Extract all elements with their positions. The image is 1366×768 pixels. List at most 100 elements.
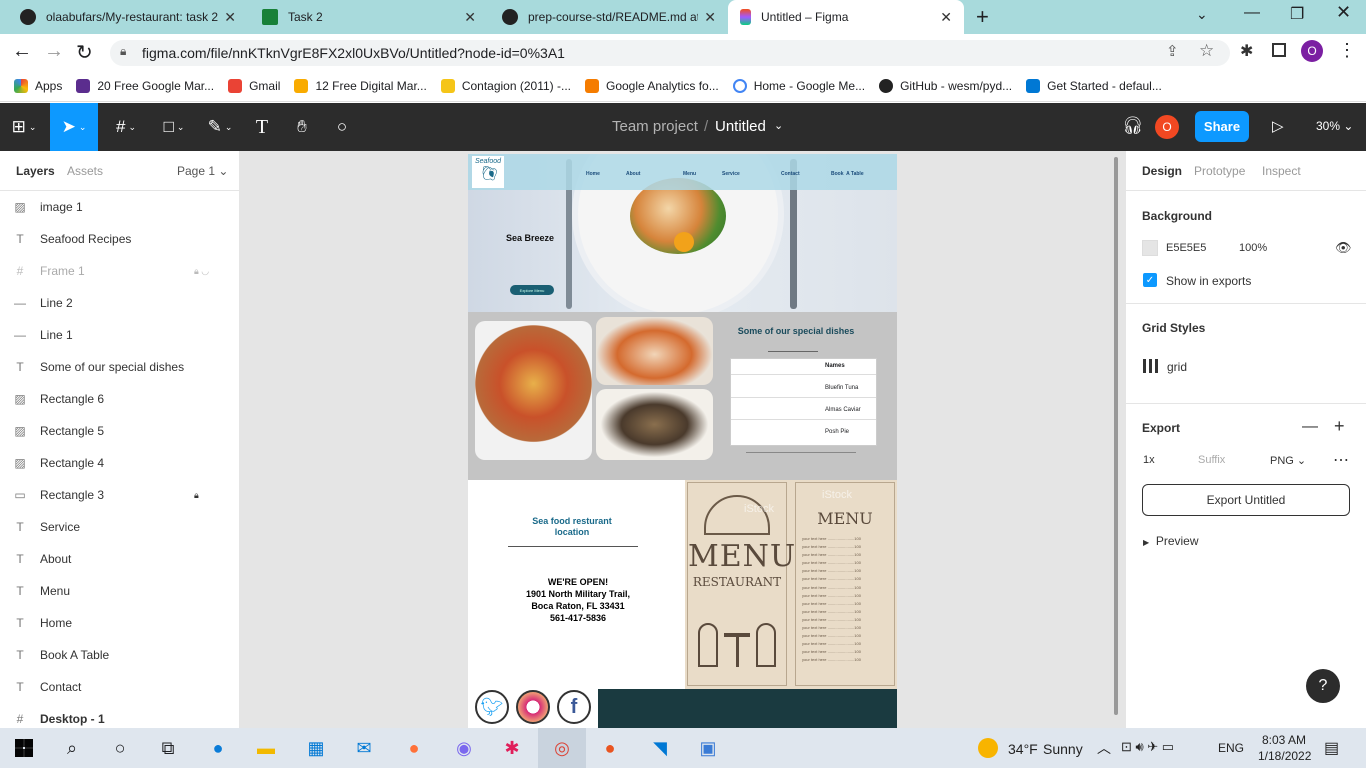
browser-tab-figma[interactable]: Untitled – Figma ✕ <box>728 0 964 34</box>
layer-row[interactable]: T About <box>0 543 239 575</box>
lock-icon[interactable]: 🔒︎ <box>194 490 199 501</box>
search-icon[interactable]: ⌕ <box>48 728 96 768</box>
layer-row[interactable]: ▨ image 1 <box>0 191 239 223</box>
tab-prototype[interactable]: Prototype <box>1194 164 1245 178</box>
close-icon[interactable]: ✕ <box>940 9 952 26</box>
maximize-icon[interactable]: ❐ <box>1290 4 1304 24</box>
photos-icon[interactable]: ▣ <box>684 728 732 768</box>
desktop-frame[interactable]: Seafood 🐚︎ Home About Menu Service Contac… <box>468 154 897 728</box>
layer-row[interactable]: T Some of our special dishes <box>0 351 239 383</box>
close-icon[interactable]: ✕ <box>224 9 236 26</box>
browser-tab-github[interactable]: olaabufars/My-restaurant: task 2 ✕ <box>8 0 248 34</box>
chevron-down-icon[interactable]: ⌄ <box>774 119 783 132</box>
bookmark-imdb[interactable]: Contagion (2011) -... <box>440 78 571 93</box>
canvas[interactable]: Seafood 🐚︎ Home About Menu Service Contac… <box>240 151 1125 728</box>
eye-icon[interactable]: 👁︎ <box>1335 240 1352 256</box>
export-format-select[interactable]: PNG ⌄ <box>1270 454 1306 467</box>
firefox-icon[interactable]: ● <box>390 728 438 768</box>
vscode-taskbar-icon[interactable]: ◥ <box>636 728 684 768</box>
plus-icon[interactable]: + <box>1334 416 1345 437</box>
profile-avatar[interactable]: O <box>1301 40 1323 62</box>
notifications-icon[interactable]: ▤ <box>1324 738 1339 758</box>
bookmark-analytics[interactable]: Google Analytics fo... <box>584 78 719 93</box>
tab-design[interactable]: Design <box>1142 164 1182 178</box>
grid-style-name[interactable]: grid <box>1167 360 1187 374</box>
preview-toggle[interactable]: ▶ Preview <box>1143 534 1199 548</box>
checkbox-checked-icon[interactable]: ✓ <box>1143 273 1157 287</box>
layer-row[interactable]: T Menu <box>0 575 239 607</box>
move-tool-icon[interactable]: ➤ ⌄ <box>50 103 98 151</box>
audio-headphones-icon[interactable]: 🎧︎ <box>1122 116 1144 136</box>
export-suffix-input[interactable]: Suffix <box>1198 454 1225 466</box>
layer-row[interactable]: T Contact <box>0 671 239 703</box>
share-page-icon[interactable]: ⇪ <box>1166 42 1179 60</box>
file-explorer-icon[interactable]: ▬ <box>242 728 290 768</box>
nav-book-table[interactable]: Book A Table <box>831 171 864 177</box>
frame-tool-icon[interactable]: # ⌄ <box>108 103 144 151</box>
tab-layers[interactable]: Layers <box>16 164 55 178</box>
bookmark-apps[interactable]: Apps <box>14 78 62 93</box>
chrome-icon[interactable]: ◎ <box>538 728 586 768</box>
forward-icon[interactable]: → <box>44 40 64 63</box>
layer-row[interactable]: — Line 1 <box>0 319 239 351</box>
layer-row[interactable]: ▭ Rectangle 3 🔒︎ <box>0 479 239 511</box>
back-icon[interactable]: ← <box>12 40 32 63</box>
windows-start-icon[interactable] <box>0 728 48 768</box>
background-opacity[interactable]: 100% <box>1239 242 1267 254</box>
text-tool-icon[interactable]: T <box>244 103 280 151</box>
slack-icon[interactable]: ✱ <box>488 728 536 768</box>
bookmark-vscode[interactable]: Get Started - defaul... <box>1026 78 1162 93</box>
instagram-icon[interactable] <box>516 690 550 724</box>
bookmark-gmail[interactable]: Gmail <box>228 78 280 93</box>
zoom-dropdown[interactable]: 30% ⌄ <box>1316 119 1353 133</box>
tray-icons[interactable]: ⊡ 🔊︎ ✈︎ ▭ <box>1121 739 1174 755</box>
weather-text[interactable]: Sunny <box>1043 741 1083 757</box>
tab-assets[interactable]: Assets <box>67 164 103 178</box>
shape-tool-icon[interactable]: □ ⌄ <box>156 103 192 151</box>
new-tab-button[interactable]: + <box>976 4 989 30</box>
layer-row[interactable]: ▨ Rectangle 6 <box>0 383 239 415</box>
menu-kebab-icon[interactable]: ⋮ <box>1338 40 1356 61</box>
language-indicator[interactable]: ENG <box>1218 741 1244 755</box>
comment-tool-icon[interactable]: ○ <box>324 103 360 151</box>
bookmark-google[interactable]: Home - Google Me... <box>732 78 865 93</box>
browser-tab-readme[interactable]: prep-course-std/README.md at ✕ <box>490 0 728 34</box>
clams-dish-image[interactable] <box>596 389 713 460</box>
nav-contact[interactable]: Contact <box>781 171 800 177</box>
figma-menu-icon[interactable]: ⊞ ⌄ <box>6 103 42 151</box>
minimize-icon[interactable]: — <box>1244 4 1260 22</box>
mail-icon[interactable]: ✉ <box>340 728 388 768</box>
cortana-icon[interactable]: ○ <box>96 728 144 768</box>
ubuntu-icon[interactable]: ● <box>586 728 634 768</box>
layer-row[interactable]: ▨ Rectangle 5 <box>0 415 239 447</box>
layer-row[interactable]: ▨ Rectangle 4 <box>0 447 239 479</box>
canvas-scrollbar[interactable] <box>1114 157 1118 715</box>
user-avatar[interactable]: O <box>1155 115 1179 139</box>
reload-icon[interactable]: ↻ <box>76 40 93 65</box>
nav-about[interactable]: About <box>626 171 640 177</box>
tab-search-icon[interactable]: ⌄ <box>1196 6 1208 23</box>
hand-tool-icon[interactable]: ✋︎ <box>284 103 320 151</box>
clock[interactable]: 8:03 AM 1/18/2022 <box>1258 732 1311 764</box>
side-panel-icon[interactable] <box>1272 43 1286 57</box>
present-play-icon[interactable]: ▷ <box>1272 117 1284 135</box>
color-swatch[interactable] <box>1142 240 1158 256</box>
nav-menu[interactable]: Menu <box>683 171 696 177</box>
menu-image[interactable]: MENU RESTAURANT iStock MENU iStock your … <box>685 480 897 689</box>
twitter-icon[interactable]: 🐦︎ <box>475 690 509 724</box>
bookmark-star-icon[interactable]: ☆ <box>1199 41 1214 61</box>
logo[interactable]: Seafood 🐚︎ <box>472 156 504 188</box>
edge-icon[interactable]: ● <box>194 728 242 768</box>
close-icon[interactable]: ✕ <box>704 9 716 26</box>
facebook-icon[interactable]: f <box>557 690 591 724</box>
address-bar[interactable]: 🔒︎ figma.com/file/nnKTknVgrE8FX2xl0UxBVo… <box>110 40 1230 66</box>
discord-icon[interactable]: ◉ <box>440 728 488 768</box>
bookmark-item[interactable]: 12 Free Digital Mar... <box>294 78 427 93</box>
salmon-dish-image[interactable] <box>475 321 592 460</box>
bookmark-github[interactable]: GitHub - wesm/pyd... <box>879 78 1012 93</box>
temperature[interactable]: 34°F <box>1008 741 1038 757</box>
layer-row[interactable]: — Line 2 <box>0 287 239 319</box>
bookmark-item[interactable]: 20 Free Google Mar... <box>76 78 214 93</box>
window-close-icon[interactable]: ✕ <box>1336 2 1351 23</box>
close-icon[interactable]: ✕ <box>464 9 476 26</box>
